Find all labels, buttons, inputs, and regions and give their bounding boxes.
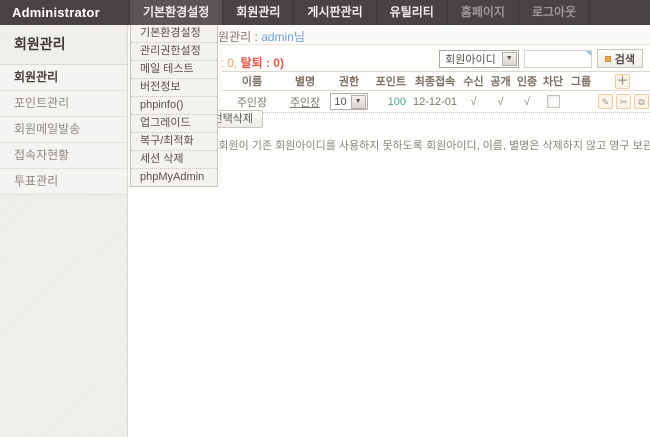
input-corner-marker: [586, 51, 591, 56]
col-header-open: 공개: [487, 73, 514, 89]
brand-title: Administrator: [0, 0, 129, 25]
row-actions: ✎ ✂ ⧉: [596, 94, 650, 109]
scissors-icon: ✂: [620, 97, 628, 107]
sidebar-item-member-admin[interactable]: 회원관리: [0, 65, 127, 91]
search-bullet-icon: [605, 56, 611, 62]
admin-app: Administrator 기본환경설정 회원관리 게시판관리 유틸리티 홈페이…: [0, 0, 650, 437]
breadcrumb-user-name: admin님: [261, 30, 305, 44]
top-menu-utility[interactable]: 유틸리티: [376, 0, 447, 25]
block-checkbox[interactable]: [547, 95, 560, 108]
certify-check-mark: √: [524, 96, 530, 108]
top-menu-member-admin[interactable]: 회원관리: [222, 0, 293, 25]
col-header-point: 포인트: [370, 73, 410, 89]
plus-icon: ＋: [617, 75, 628, 87]
member-table-header: 이름 별명 권한 포인트 최종접속 수신 공개 인증 차단 그룹 ＋: [222, 72, 650, 91]
edit-member-button[interactable]: ✎: [598, 94, 613, 109]
sidebar-item-poll-admin[interactable]: 투표관리: [0, 169, 127, 195]
member-nickname-link[interactable]: 주인장: [290, 97, 320, 109]
sidebar: 회원관리 회원관리 포인트관리 회원메일발송 접속자현황 투표관리: [0, 25, 128, 437]
col-header-certify: 인증: [514, 73, 540, 89]
member-level-select[interactable]: 10 ▼: [330, 93, 367, 110]
search-button[interactable]: 검색: [597, 49, 643, 68]
menu-item-session-delete[interactable]: 세션 삭제: [131, 151, 217, 169]
add-member-button[interactable]: ＋: [615, 74, 630, 89]
menu-item-phpmyadmin[interactable]: phpMyAdmin: [131, 169, 217, 186]
top-menu-logout[interactable]: 로그아웃: [518, 0, 590, 25]
sidebar-title: 회원관리: [0, 25, 127, 65]
copy-member-button[interactable]: ⧉: [634, 94, 649, 109]
search-field-select-value: 회원아이디: [440, 51, 501, 67]
search-input-wrap: [524, 50, 592, 68]
table-row: 주인장 주인장 10 ▼ 100 12-12-01 √ √ √ ✎ ✂: [222, 91, 650, 113]
member-stats-withdrawn: 탈퇴 : 0): [241, 56, 284, 70]
receive-check-mark: √: [470, 96, 476, 108]
col-header-actions: ＋: [596, 74, 650, 89]
menu-item-mail-test[interactable]: 메일 테스트: [131, 61, 217, 79]
member-level-value: 10: [331, 96, 349, 108]
member-name: 주인장: [222, 94, 282, 110]
menu-item-phpinfo[interactable]: phpinfo(): [131, 97, 217, 115]
sidebar-item-connected-users[interactable]: 접속자현황: [0, 143, 127, 169]
chevron-down-icon[interactable]: ▼: [351, 95, 366, 109]
delete-member-button[interactable]: ✂: [616, 94, 631, 109]
sidebar-item-point-admin[interactable]: 포인트관리: [0, 91, 127, 117]
member-table: 이름 별명 권한 포인트 최종접속 수신 공개 인증 차단 그룹 ＋ 주인장 주…: [222, 71, 650, 113]
basic-settings-dropdown: 기본환경설정 관리권한설정 메일 테스트 버전정보 phpinfo() 업그레이…: [130, 25, 218, 187]
menu-item-version-info[interactable]: 버전정보: [131, 79, 217, 97]
top-menu-homepage[interactable]: 홈페이지: [447, 0, 518, 25]
menu-item-basic-settings[interactable]: 기본환경설정: [131, 25, 217, 43]
col-header-receive: 수신: [460, 73, 487, 89]
open-check-mark: √: [497, 96, 503, 108]
search-area: 회원아이디 ▼ 검색: [439, 49, 643, 68]
chevron-down-icon[interactable]: ▼: [502, 52, 517, 66]
pencil-icon: ✎: [602, 97, 610, 107]
col-header-name: 이름: [222, 73, 282, 89]
copy-icon: ⧉: [638, 97, 644, 107]
top-menu: 기본환경설정 회원관리 게시판관리 유틸리티 홈페이지 로그아웃: [129, 0, 590, 25]
col-header-nickname: 별명: [282, 73, 328, 89]
col-header-last-access: 최종접속: [410, 73, 460, 89]
top-menu-board-admin[interactable]: 게시판관리: [293, 0, 375, 25]
search-field-select[interactable]: 회원아이디 ▼: [439, 50, 519, 68]
member-point: 100: [388, 96, 406, 108]
search-input[interactable]: [525, 53, 591, 69]
menu-item-upgrade[interactable]: 업그레이드: [131, 115, 217, 133]
menu-item-restore-optimize[interactable]: 복구/최적화: [131, 133, 217, 151]
sidebar-item-member-mail[interactable]: 회원메일발송: [0, 117, 127, 143]
col-header-group: 그룹: [566, 73, 596, 89]
breadcrumb: 회원관리 : admin님: [207, 28, 305, 45]
menu-item-admin-rights[interactable]: 관리권한설정: [131, 43, 217, 61]
search-button-label: 검색: [615, 51, 635, 67]
col-header-block: 차단: [540, 73, 566, 89]
member-last-access: 12-12-01: [410, 96, 460, 108]
col-header-level: 권한: [328, 73, 370, 89]
retention-notice: 탈퇴한 회원이 기존 회원아이디를 사용하지 못하도록 회원아이디, 이름, 별…: [185, 137, 650, 153]
top-menu-basic-settings[interactable]: 기본환경설정: [129, 0, 222, 25]
top-bar: Administrator 기본환경설정 회원관리 게시판관리 유틸리티 홈페이…: [0, 0, 650, 25]
